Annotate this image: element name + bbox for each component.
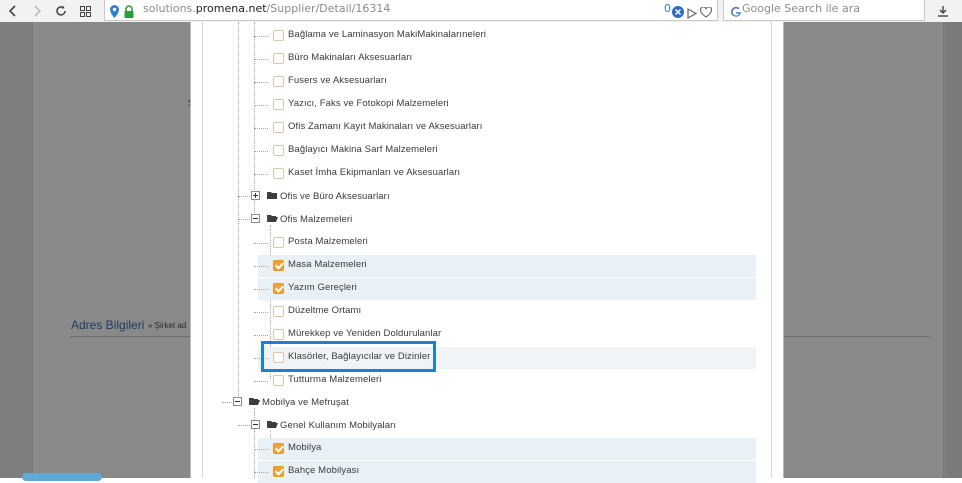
reload-icon[interactable] xyxy=(50,0,72,22)
heart-icon[interactable] xyxy=(699,3,713,22)
google-icon xyxy=(730,3,742,17)
browser-toolbar: solutions.promena.net/Supplier/Detail/16… xyxy=(0,0,962,23)
tree-line xyxy=(254,82,268,83)
tree-line xyxy=(254,174,268,175)
tree-leaf-label[interactable]: Mobilya xyxy=(288,442,321,453)
folder-open-icon xyxy=(267,420,278,428)
tree-leaf-label[interactable]: Yazıcı, Faks ve Fotokopi Malzemeleri xyxy=(288,98,449,109)
tree-line xyxy=(254,36,268,37)
url-prefix: solutions. xyxy=(143,2,196,15)
tree-leaf-label[interactable]: Düzeltme Ortamı xyxy=(288,305,361,316)
address-section-breadcrumb: » Şirket ad xyxy=(148,321,187,330)
url-text[interactable]: solutions.promena.net/Supplier/Detail/16… xyxy=(143,2,390,15)
checkbox[interactable] xyxy=(273,30,284,41)
location-pin-icon[interactable] xyxy=(110,3,119,22)
collapse-toggle[interactable] xyxy=(251,420,260,429)
tree-line xyxy=(254,243,268,244)
tree-leaf-label[interactable]: Mürekkep ve Yeniden Doldurulanlar xyxy=(288,328,441,339)
tree-line xyxy=(254,105,268,106)
folder-mobilya-label[interactable]: Mobilya ve Mefruşat xyxy=(262,397,349,408)
tree-leaf-label[interactable]: Bahçe Mobilyası xyxy=(288,465,359,476)
collapse-toggle[interactable] xyxy=(251,214,260,223)
tree-line xyxy=(254,59,268,60)
checkbox[interactable] xyxy=(273,283,284,294)
tree-leaf-label[interactable]: Büro Makinaları Aksesuarları xyxy=(288,52,412,63)
checkbox[interactable] xyxy=(273,375,284,386)
chat-widget-pill[interactable] xyxy=(22,473,102,481)
tree-leaf-label[interactable]: Kaset İmha Ekipmanları ve Aksesuarları xyxy=(288,167,460,178)
download-icon[interactable] xyxy=(932,0,954,22)
checkbox[interactable] xyxy=(273,237,284,248)
folder-open-icon xyxy=(249,397,260,405)
grid-icon[interactable] xyxy=(74,0,96,22)
tracker-count: 0 xyxy=(664,2,671,15)
tree-leaf-label[interactable]: Posta Malzemeleri xyxy=(288,236,368,247)
checkbox[interactable] xyxy=(273,443,284,454)
search-input[interactable]: Google Search ile ara xyxy=(742,2,860,15)
scrollbar[interactable] xyxy=(946,22,962,478)
forward-arrow-icon[interactable] xyxy=(26,0,48,22)
tree-leaf-row[interactable] xyxy=(258,438,756,460)
tree-line xyxy=(254,266,268,267)
folder-ofis-buro-label[interactable]: Ofis ve Büro Aksesuarları xyxy=(280,191,390,202)
tree-leaf-label[interactable]: Yazım Gereçleri xyxy=(288,282,357,293)
checkbox[interactable] xyxy=(273,329,284,340)
tree-leaf-label[interactable]: Bağlayıcı Makina Sarf Malzemeleri xyxy=(288,144,438,155)
tree-line xyxy=(254,22,255,196)
tree-leaf-label[interactable]: Ofis Zamanı Kayıt Makinaları ve Aksesuar… xyxy=(288,121,482,132)
tree-line xyxy=(238,22,239,402)
lock-icon xyxy=(124,3,134,22)
tree-leaf-label[interactable]: Masa Malzemeleri xyxy=(288,259,367,270)
collapse-toggle[interactable] xyxy=(233,397,242,406)
checkbox[interactable] xyxy=(273,306,284,317)
checkbox[interactable] xyxy=(273,122,284,133)
close-circle-icon[interactable] xyxy=(672,3,684,22)
checkbox[interactable] xyxy=(273,53,284,64)
tree-line xyxy=(254,289,268,290)
address-bar[interactable]: solutions.promena.net/Supplier/Detail/16… xyxy=(104,0,718,21)
play-icon[interactable] xyxy=(687,4,698,23)
search-bar[interactable]: Google Search ile ara xyxy=(723,0,925,21)
tree-line xyxy=(238,219,252,220)
checkbox[interactable] xyxy=(273,260,284,271)
tree-line xyxy=(254,381,268,382)
tree-line xyxy=(238,196,252,197)
tree-leaf-label[interactable]: Tutturma Malzemeleri xyxy=(288,374,382,385)
folder-genel-label[interactable]: Genel Kullanım Mobilyaları xyxy=(280,420,396,431)
url-path: /Supplier/Detail/16314 xyxy=(266,2,391,15)
checkbox[interactable] xyxy=(273,168,284,179)
tree-line xyxy=(254,128,268,129)
tree-line xyxy=(254,312,268,313)
checkbox[interactable] xyxy=(273,76,284,87)
expand-toggle[interactable] xyxy=(251,191,260,200)
tree-line xyxy=(254,472,268,473)
checkbox[interactable] xyxy=(273,99,284,110)
folder-open-icon xyxy=(267,214,278,222)
tree-leaf-label[interactable]: Bağlama ve Laminasyon MakiMakinalarınele… xyxy=(288,29,486,40)
tree-line xyxy=(238,425,252,426)
checkbox[interactable] xyxy=(273,145,284,156)
tree-leaf-label[interactable]: Fusers ve Aksesuarları xyxy=(288,75,387,86)
url-domain: promena.net xyxy=(195,2,267,15)
folder-icon xyxy=(267,191,277,199)
tree-line xyxy=(254,151,268,152)
address-section-title: Adres Bilgileri xyxy=(71,318,145,332)
back-arrow-icon[interactable] xyxy=(2,0,24,22)
tree-line xyxy=(254,408,255,478)
tree-line xyxy=(254,335,268,336)
annotation-highlight xyxy=(261,341,436,372)
tree-line xyxy=(254,449,268,450)
checkbox[interactable] xyxy=(273,466,284,477)
folder-ofis-malzemeleri-label[interactable]: Ofis Malzemeleri xyxy=(280,214,352,225)
